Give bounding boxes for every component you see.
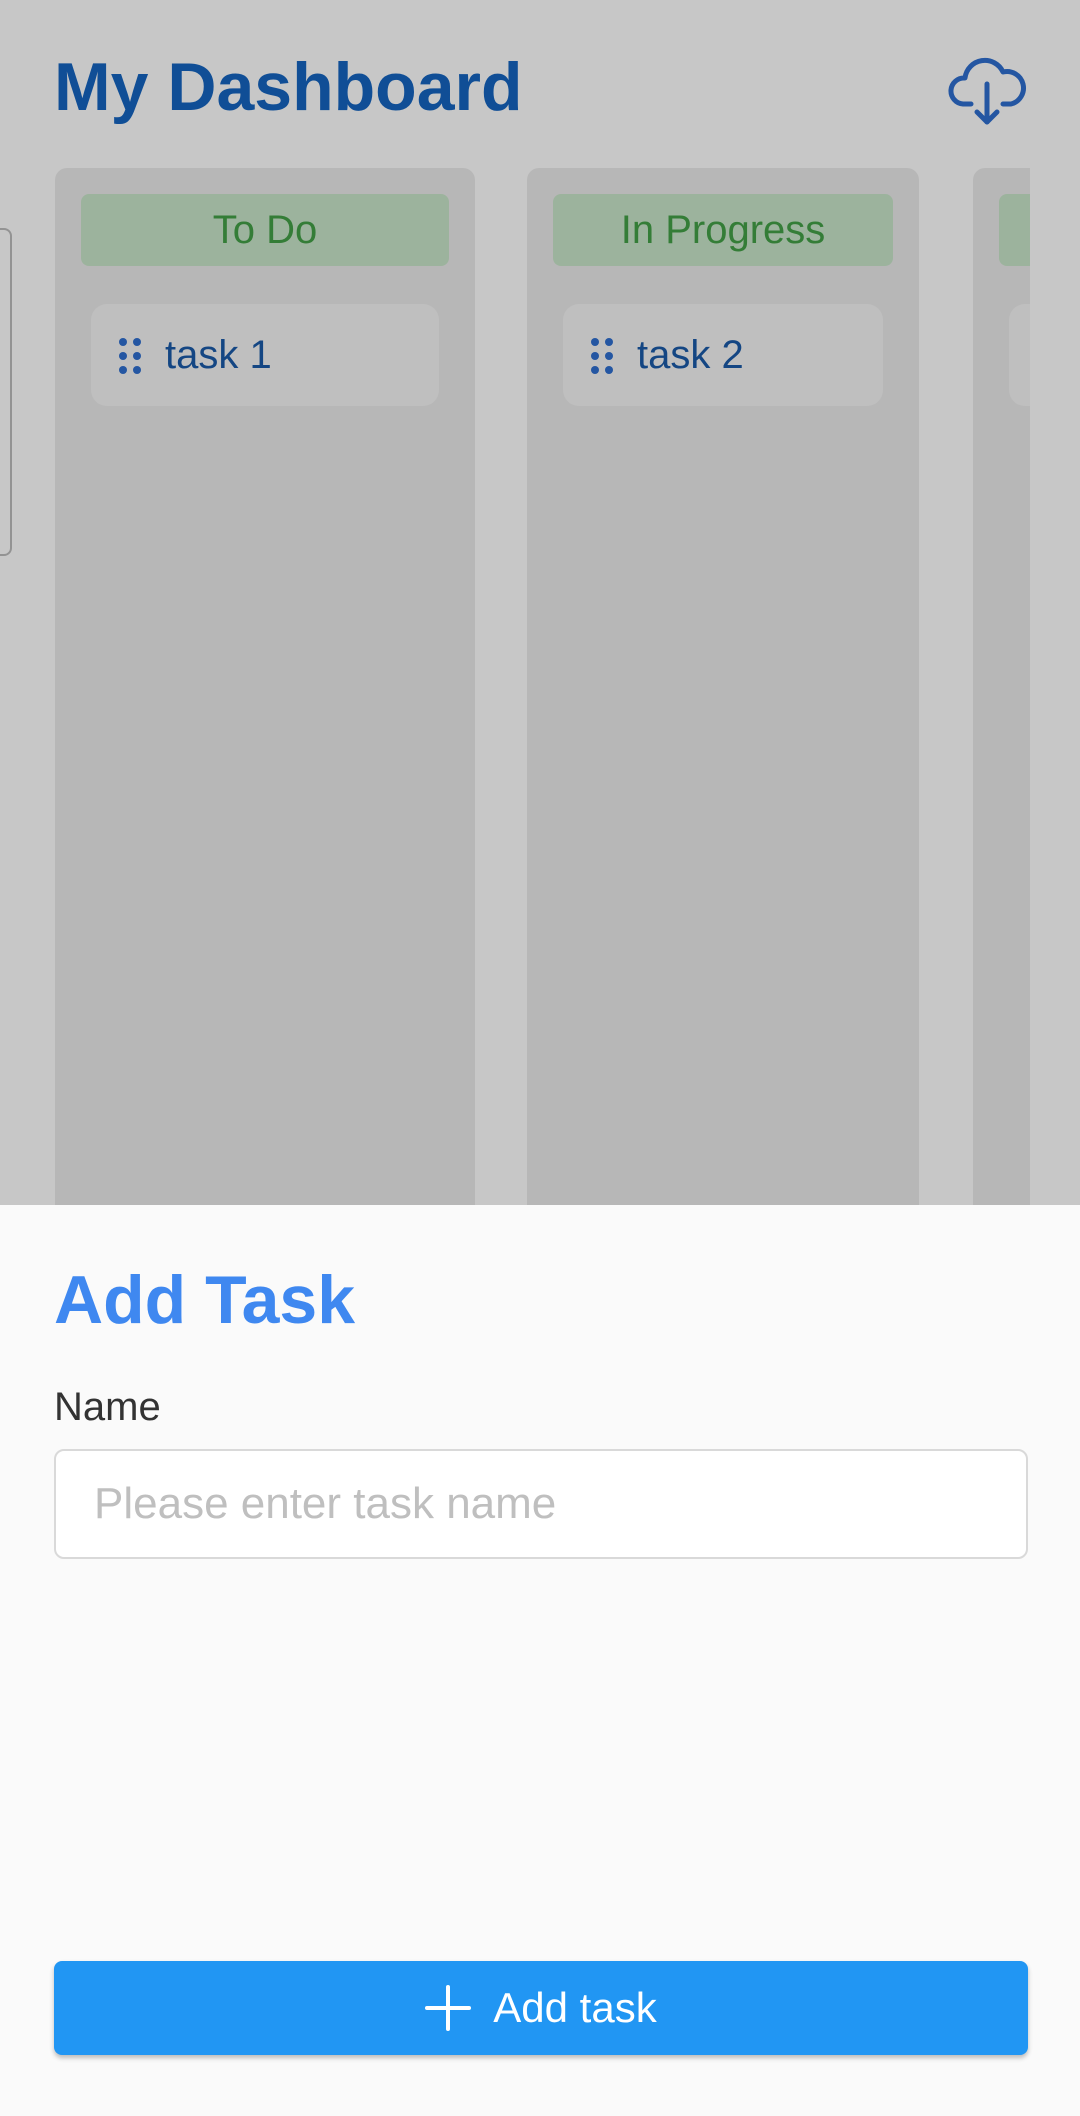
sheet-title: Add Task	[54, 1262, 356, 1338]
task-name-input[interactable]	[54, 1449, 1028, 1559]
add-task-label: Add task	[493, 1984, 657, 2031]
plus-icon	[425, 1985, 472, 2031]
add-task-button[interactable]: Add task	[54, 1961, 1028, 2055]
add-task-sheet: Add Task Name Add task	[0, 1205, 1080, 2116]
name-label: Name	[54, 1385, 161, 1429]
dashboard-screen: My Dashboard To Do task 1 In Progress ta…	[0, 0, 1080, 1205]
modal-overlay[interactable]	[0, 0, 1080, 1205]
